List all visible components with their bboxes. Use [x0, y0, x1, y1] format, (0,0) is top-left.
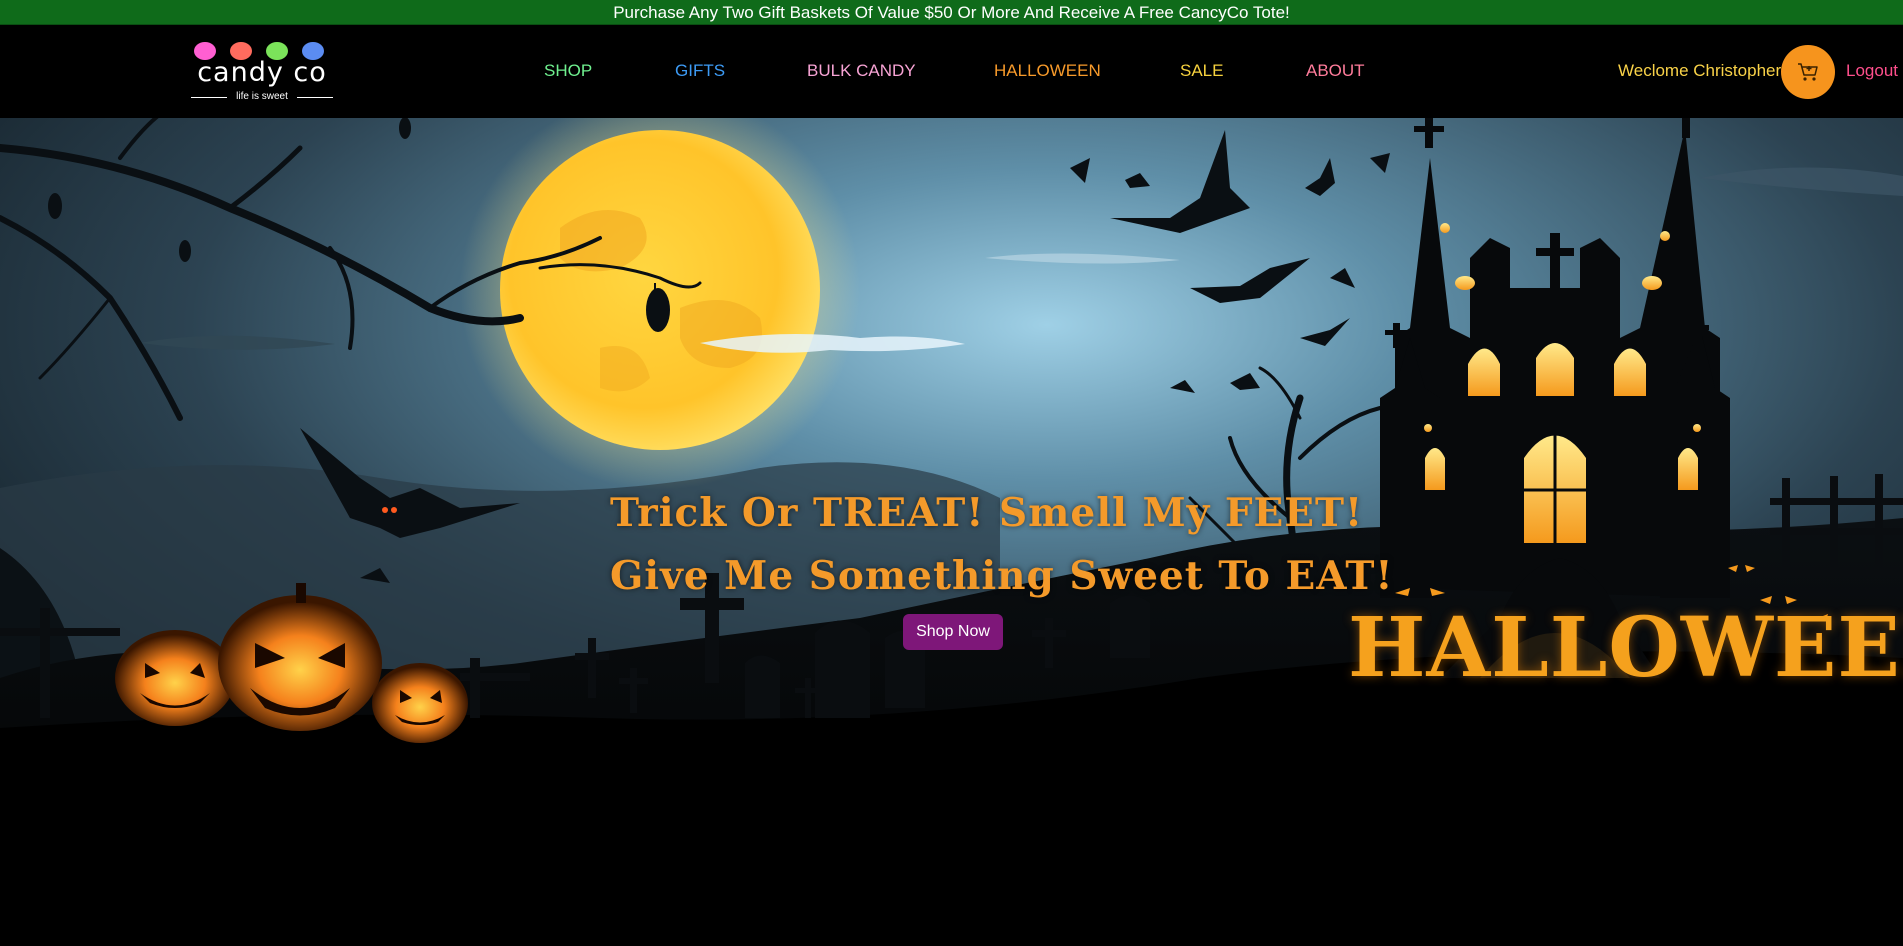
cart-icon: [1798, 63, 1818, 81]
nav-gifts[interactable]: GIFTS: [675, 61, 725, 81]
hero-headline-line1: Trick Or TREAT! Smell My FEET!: [610, 490, 1364, 536]
logo-wordmark: candy co: [197, 57, 327, 88]
hero-banner: Trick Or TREAT! Smell My FEET! Give Me S…: [0, 118, 1903, 946]
promo-text: Purchase Any Two Gift Baskets Of Value $…: [613, 3, 1290, 22]
nav-sale[interactable]: SALE: [1180, 61, 1223, 81]
logo[interactable]: candy co life is sweet: [190, 40, 334, 110]
nav-shop[interactable]: SHOP: [544, 61, 592, 81]
logo-tagline: life is sweet: [190, 90, 334, 104]
shop-now-button[interactable]: Shop Now: [903, 614, 1003, 650]
nav-halloween[interactable]: HALLOWEEN: [994, 61, 1101, 81]
site-header: candy co life is sweet SHOP GIFTS BULK C…: [0, 25, 1903, 118]
promo-banner: Purchase Any Two Gift Baskets Of Value $…: [0, 0, 1903, 25]
logout-link[interactable]: Logout: [1846, 61, 1898, 81]
hero-headline-line2: Give Me Something Sweet To EAT!: [610, 553, 1394, 599]
cart-button[interactable]: [1781, 45, 1835, 99]
welcome-message: Weclome Christopher: [1618, 61, 1782, 80]
nav-about[interactable]: ABOUT: [1306, 61, 1365, 81]
nav-bulk-candy[interactable]: BULK CANDY: [807, 61, 916, 81]
halloween-banner-title: HALLOWEEN: [1348, 600, 1903, 696]
